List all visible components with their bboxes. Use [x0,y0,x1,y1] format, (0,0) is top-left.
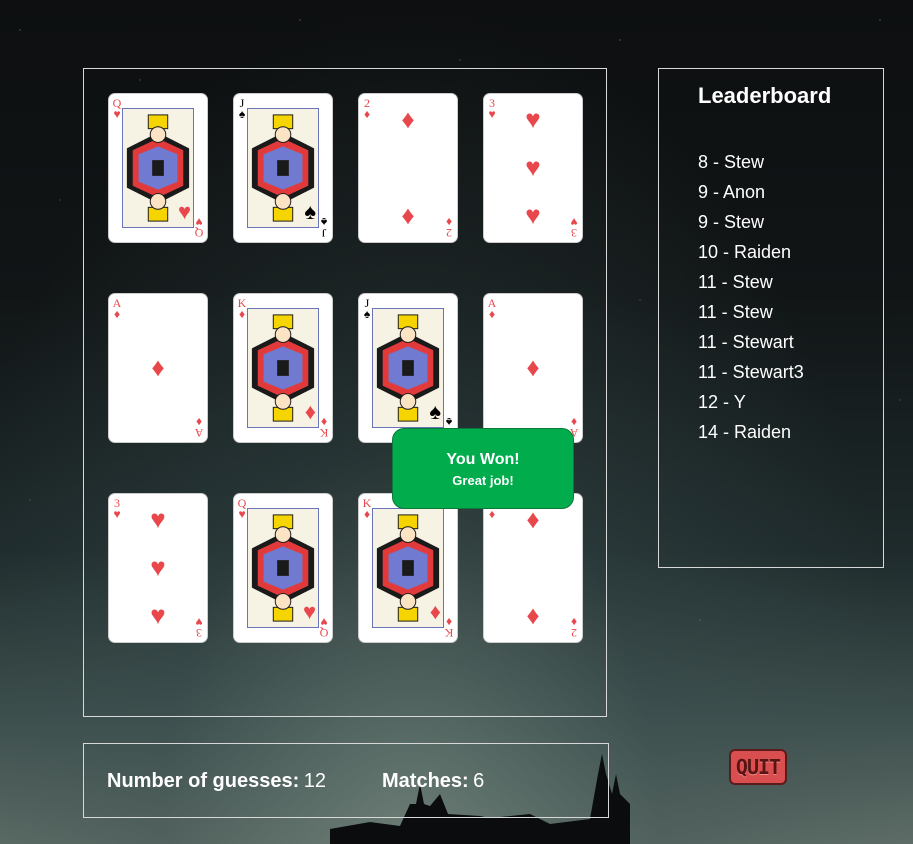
card-index: K ♦ [443,615,455,640]
leaderboard-entry: 11 - Stew [698,272,773,292]
face-suit-icon: ♥ [302,599,316,624]
leaderboard-title: Leaderboard [698,83,832,108]
face-suit-icon: ♠ [429,399,441,424]
card-pip-icon: ♦ [526,600,540,630]
stats-panel: Number of guesses: 12 Matches: 6 [83,743,609,818]
face-card-art: ♥ [247,508,319,628]
leaderboard-entry: 11 - Stewart3 [698,362,804,382]
card-index: 3 ♥ [111,497,123,521]
playing-card[interactable]: Q ♥ Q ♥ ♥ [234,494,332,642]
playing-card[interactable]: A ♦ A ♦ ♦ [484,294,582,442]
card-suit-icon: ♦ [113,307,121,321]
guesses-value: 12 [303,770,326,792]
card-pip-icon: ♥ [150,552,166,582]
playing-card[interactable]: K ♦ K ♦ ♦ [359,494,457,642]
card-index: J♠ [318,215,330,240]
card-index: 2♦ [361,97,373,121]
guesses-stat: Number of guesses: 12 [107,770,326,793]
card-pip-icon: ♦ [526,504,540,534]
card-suit-icon: ♥ [195,215,203,229]
leaderboard-entry: 10 - Raiden [698,242,792,262]
card-suit-icon: ♦ [570,615,578,629]
leaderboard-entry: 11 - Stewart [698,332,794,352]
card-suit-icon: ♥ [488,107,496,121]
card-suit-icon: ♠ [320,215,328,229]
card-pip-icon: ♥ [525,152,541,182]
leaderboard-entry: 8 - Stew [698,152,765,172]
playing-card[interactable]: 3 ♥ 3 ♥ ♥ ♥ ♥ [109,494,207,642]
card-suit-icon: ♠ [445,415,453,429]
face-suit-icon: ♥ [177,199,191,224]
leaderboard-list: 8 - Stew 9 - Anon 9 - Stew 10 - Raiden 1… [698,147,804,447]
playing-card[interactable]: 2♦2♦♦♦ [484,494,582,642]
card-index: 3 ♥ [568,215,580,240]
card-index: A ♦ [111,297,123,321]
face-card-art: ♥ [122,108,194,228]
card-suit-icon: ♥ [320,615,328,629]
card-index: Q ♥ [193,215,205,240]
matches-stat: Matches: 6 [382,770,484,793]
card-pip-icon: ♥ [150,504,166,534]
quit-button[interactable]: QUIT [729,749,787,785]
card-pip-icon: ♦ [151,352,165,382]
card-index: K ♦ [318,415,330,440]
card-suit-icon: ♥ [570,215,578,229]
card-index: 2♦ [568,615,580,640]
playing-card[interactable]: A ♦ A ♦ ♦ [109,294,207,442]
leaderboard-entry: 12 - Y [698,392,746,412]
card-index: 3 ♥ [193,615,205,640]
game-board: Q♥Q♥♥J♠J♠♠2♦2♦♦♦3♥3♥♥♥♥A♦A♦♦K♦K♦♦J♠J♠♠A♦… [83,68,607,717]
leaderboard-entry: 9 - Stew [698,212,765,232]
card-suit-icon: ♥ [113,507,121,521]
leaderboard-entry: 11 - Stew [698,302,773,322]
card-suit-icon: ♦ [363,107,371,121]
card-index: 2♦ [443,215,455,240]
win-title: You Won! [446,451,520,468]
face-suit-icon: ♦ [429,599,441,624]
card-pip-icon: ♥ [525,104,541,134]
card-suit-icon: ♦ [488,507,496,521]
playing-card[interactable]: 3 ♥ 3 ♥ ♥ ♥ ♥ [484,94,582,242]
card-pip-icon: ♦ [401,104,415,134]
matches-label: Matches: [382,770,469,792]
face-card-art: ♠ [247,108,319,228]
card-index: 3 ♥ [486,97,498,121]
win-popup: You Won! Great job! [392,428,574,509]
matches-value: 6 [473,770,485,792]
card-suit-icon: ♦ [488,307,496,321]
face-card-art: ♦ [247,308,319,428]
card-suit-icon: ♦ [445,215,453,229]
playing-card[interactable]: J♠J♠♠ [359,294,457,442]
face-card-art: ♦ [372,508,444,628]
win-subtitle: Great job! [452,473,514,488]
playing-card[interactable]: J♠J♠♠ [234,94,332,242]
card-pip-icon: ♥ [525,200,541,230]
card-index: A ♦ [486,297,498,321]
playing-card[interactable]: Q ♥ Q ♥ ♥ [109,94,207,242]
leaderboard-entry: 14 - Raiden [698,422,792,442]
guesses-label: Number of guesses: [107,770,300,792]
card-pip-icon: ♦ [401,200,415,230]
card-index: A ♦ [193,415,205,440]
card-suit-icon: ♥ [195,615,203,629]
leaderboard-entry: 9 - Anon [698,182,766,202]
face-suit-icon: ♦ [304,399,316,424]
face-card-art: ♠ [372,308,444,428]
face-suit-icon: ♠ [304,199,316,224]
playing-card[interactable]: 2♦2♦♦♦ [359,94,457,242]
playing-card[interactable]: K ♦ K ♦ ♦ [234,294,332,442]
card-pip-icon: ♦ [526,352,540,382]
card-index: Q ♥ [318,615,330,640]
leaderboard-panel: Leaderboard 8 - Stew 9 - Anon 9 - Stew 1… [658,68,884,568]
card-pip-icon: ♥ [150,600,166,630]
